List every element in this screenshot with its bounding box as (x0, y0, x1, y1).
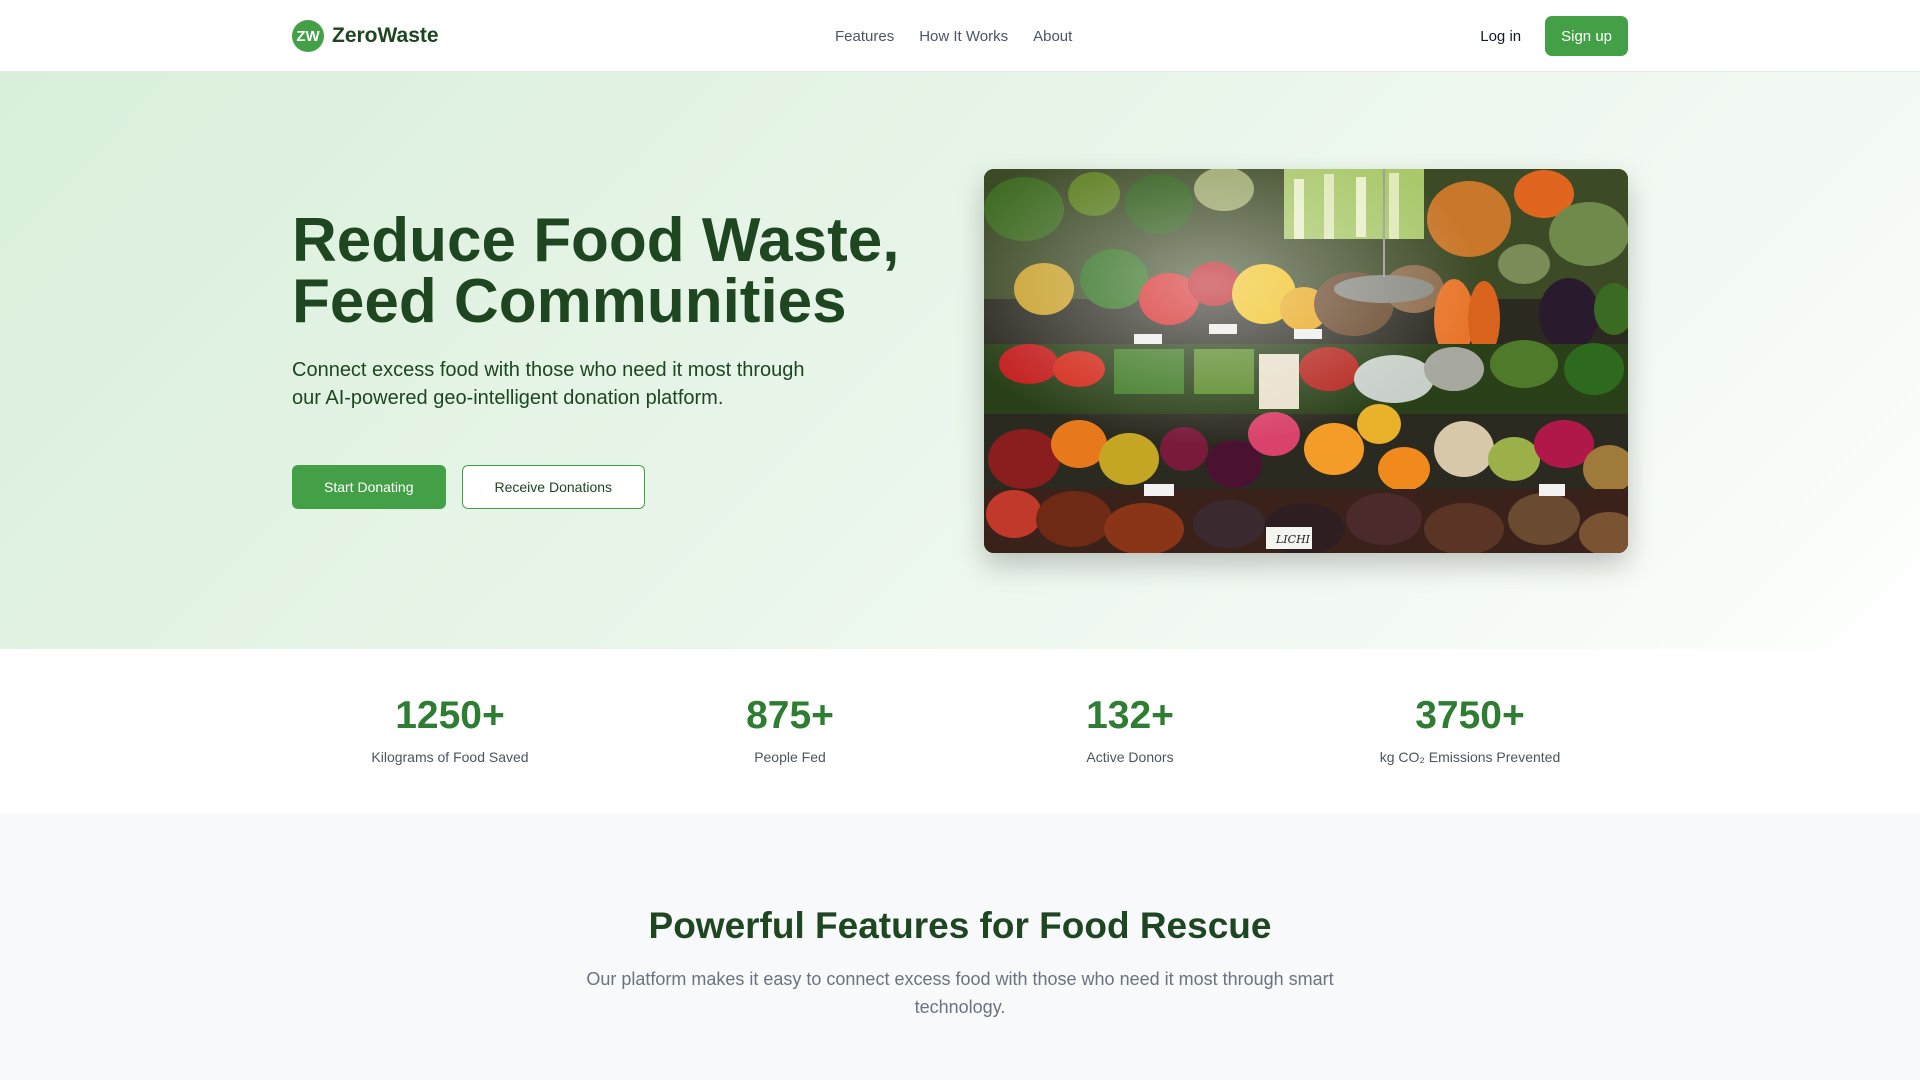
nav-link-how-it-works[interactable]: How It Works (919, 28, 1008, 45)
stat-value: 3750+ (1415, 694, 1525, 737)
receive-donations-button[interactable]: Receive Donations (461, 465, 646, 509)
hero-title: Reduce Food Waste, Feed Communities (292, 210, 992, 333)
features-title: Powerful Features for Food Rescue (648, 905, 1272, 946)
stat-active-donors: 132+ Active Donors (960, 693, 1300, 765)
produce-market-illustration: LICHI (984, 169, 1628, 553)
login-link[interactable]: Log in (1480, 28, 1521, 45)
header-inner: ZW ZeroWaste Features How It Works About… (292, 0, 1628, 72)
hero-title-line-1: Reduce Food Waste, (292, 206, 900, 275)
hero-section: Reduce Food Waste, Feed Communities Conn… (0, 72, 1920, 649)
stat-value: 1250+ (395, 694, 505, 737)
site-header: ZW ZeroWaste Features How It Works About… (0, 0, 1920, 72)
main-nav: Features How It Works About (835, 28, 1072, 45)
lichi-price-tag: LICHI (1275, 533, 1311, 546)
brand[interactable]: ZW ZeroWaste (292, 20, 439, 52)
stat-label: Kilograms of Food Saved (371, 749, 529, 765)
features-subtitle: Our platform makes it easy to connect ex… (586, 969, 1334, 1017)
auth-actions: Log in Sign up (1480, 16, 1628, 56)
stat-label: People Fed (754, 749, 826, 765)
stat-value: 132+ (1086, 694, 1174, 737)
nav-link-about[interactable]: About (1033, 28, 1072, 45)
features-section: Powerful Features for Food Rescue Our pl… (0, 813, 1920, 1080)
hero-subtitle: Connect excess food with those who need … (292, 359, 805, 409)
stat-people-fed: 875+ People Fed (620, 693, 960, 765)
stat-co2-prevented: 3750+ kg CO₂ Emissions Prevented (1300, 693, 1640, 765)
stat-label: kg CO₂ Emissions Prevented (1379, 749, 1561, 765)
hero-buttons: Start Donating Receive Donations (292, 465, 646, 509)
stat-value: 875+ (746, 694, 834, 737)
brand-logo-icon: ZW (292, 20, 324, 52)
stat-label: Active Donors (1086, 749, 1174, 765)
impact-stats: 1250+ Kilograms of Food Saved 875+ Peopl… (0, 649, 1920, 813)
brand-name: ZeroWaste (332, 24, 439, 47)
start-donating-button[interactable]: Start Donating (292, 465, 446, 509)
nav-link-features[interactable]: Features (835, 28, 894, 45)
stat-food-saved: 1250+ Kilograms of Food Saved (280, 693, 620, 765)
hero-title-line-2: Feed Communities (292, 267, 847, 336)
hero-produce-image: LICHI (984, 169, 1628, 553)
signup-button[interactable]: Sign up (1545, 16, 1628, 56)
